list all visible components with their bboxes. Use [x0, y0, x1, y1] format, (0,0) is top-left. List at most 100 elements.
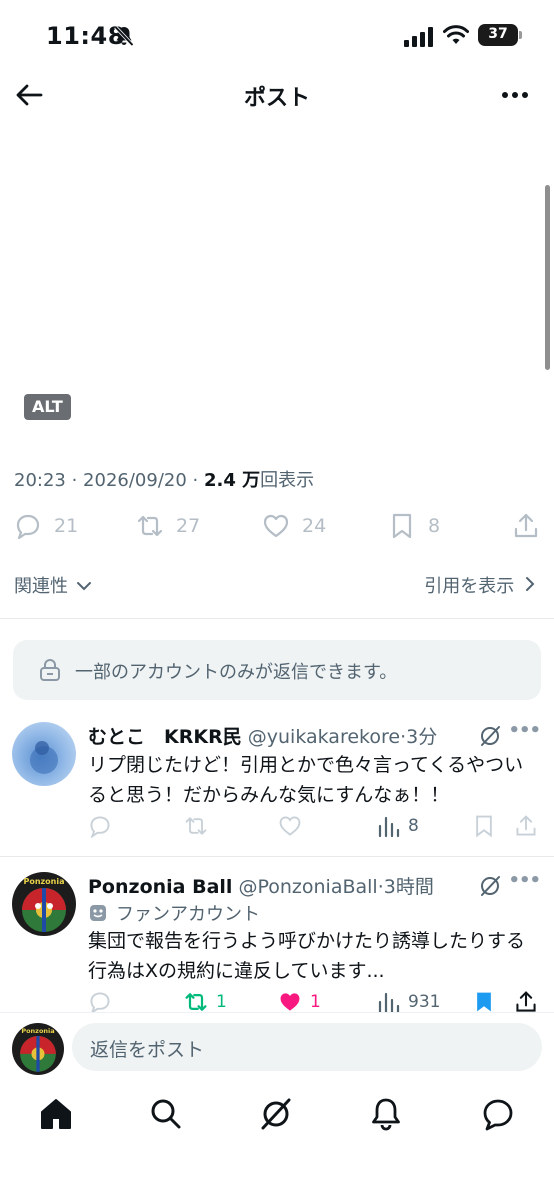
page-title: ポスト: [243, 86, 310, 111]
share-icon: [514, 513, 538, 538]
chevron-right-icon: [526, 577, 535, 591]
reply-like-count: 1: [310, 992, 321, 1012]
reply-author-name[interactable]: Ponzonia Ball: [88, 876, 232, 898]
repost-icon: [137, 515, 163, 537]
bell-off-icon: [114, 25, 134, 47]
battery-indicator: 37: [478, 24, 522, 46]
reply-bookmark-action[interactable]: [472, 990, 496, 1012]
avatar[interactable]: [12, 722, 76, 786]
cellular-signal-icon: [404, 27, 433, 47]
reply-input[interactable]: 返信をポスト: [72, 1023, 542, 1071]
my-avatar[interactable]: Ponzonia: [12, 1023, 64, 1075]
reply-header: Ponzonia Ball @PonzoniaBall·3時間: [88, 872, 434, 899]
reply-more-icon[interactable]: •••: [508, 872, 541, 891]
view-quotes-link[interactable]: 引用を表示: [424, 572, 536, 598]
bookmark-action[interactable]: 8: [388, 508, 440, 544]
bottom-tab-bar: [0, 1084, 554, 1199]
heart-icon: [279, 816, 301, 836]
reply-icon: [90, 816, 110, 838]
fan-account-text: ファンアカウント: [116, 904, 260, 925]
chevron-down-icon: [76, 582, 91, 591]
grok-icon[interactable]: [478, 724, 502, 748]
more-options-icon[interactable]: [500, 82, 530, 108]
reply-action-row: 1 1 931: [88, 990, 540, 1012]
reply-views-action[interactable]: 931: [376, 990, 440, 1012]
reply-reply-action[interactable]: [88, 814, 112, 838]
reply-header: むとこ KRKR民 @yuikakarekore·3分: [88, 722, 437, 749]
post-time: 20:23: [14, 470, 66, 491]
bookmark-icon: [392, 513, 412, 539]
view-suffix: 回表示: [260, 470, 315, 491]
post-action-row: 21 27 24 8: [0, 508, 554, 544]
status-bar: 11:48 37: [0, 0, 554, 72]
reply-author-handle[interactable]: @yuikakarekore: [248, 726, 400, 748]
divider: [0, 618, 554, 619]
restriction-text: 一部のアカウントのみが返信できます。: [75, 662, 398, 683]
reply-item[interactable]: Ponzonia Ponzonia Ball @PonzoniaBall·3時間…: [0, 872, 554, 1012]
reply-view-count: 8: [408, 816, 419, 836]
avatar-image: [30, 741, 58, 774]
relevance-sort-dropdown[interactable]: 関連性: [14, 572, 92, 598]
avatar-label: Ponzonia: [21, 1027, 54, 1035]
bookmark-icon: [477, 992, 491, 1012]
scrollbar[interactable]: [545, 185, 550, 370]
bookmark-count: 8: [428, 515, 441, 537]
search-icon[interactable]: [148, 1096, 184, 1132]
notifications-bell-icon[interactable]: [368, 1096, 404, 1132]
reply-view-count: 931: [408, 992, 441, 1012]
relevance-label: 関連性: [14, 576, 68, 597]
reply-like-action[interactable]: [278, 814, 302, 838]
grok-icon[interactable]: [478, 874, 502, 898]
reply-count: 21: [54, 515, 79, 537]
nav-bar: ポスト: [0, 72, 554, 118]
reply-views-action[interactable]: 8: [376, 814, 419, 838]
reply-action[interactable]: 21: [14, 508, 78, 544]
reply-item[interactable]: むとこ KRKR民 @yuikakarekore·3分 ••• リプ閉じたけど！…: [0, 720, 554, 854]
repost-icon: [185, 993, 207, 1011]
like-action[interactable]: 24: [262, 508, 326, 544]
reply-author-handle[interactable]: @PonzoniaBall: [238, 876, 377, 898]
reply-action-row: 8: [88, 814, 540, 844]
post-meta: 20:23 · 2026/09/20 · 2.4 万回表示: [14, 466, 314, 492]
reply-repost-action[interactable]: [184, 814, 208, 838]
lock-icon: [40, 659, 60, 681]
avatar-label: Ponzonia: [23, 877, 64, 886]
like-count: 24: [302, 515, 327, 537]
battery-level: 37: [488, 26, 508, 42]
post-media[interactable]: [0, 120, 554, 430]
repost-icon: [185, 817, 207, 835]
reply-bookmark-action[interactable]: [472, 814, 496, 838]
reply-author-name[interactable]: むとこ KRKR民: [88, 726, 242, 748]
analytics-icon: [378, 992, 400, 1012]
reply-icon: [16, 514, 40, 540]
reply-like-action[interactable]: 1: [278, 990, 321, 1012]
grok-icon[interactable]: [258, 1096, 294, 1132]
meta-separator: ·: [65, 470, 84, 491]
reply-time: ·3時間: [377, 876, 434, 898]
reply-reply-action[interactable]: [88, 990, 112, 1012]
view-count: 2.4 万: [203, 470, 261, 491]
reply-more-icon[interactable]: •••: [508, 720, 541, 741]
reply-repost-action[interactable]: 1: [184, 990, 227, 1012]
wifi-icon: [443, 25, 469, 44]
reply-time: ·3分: [400, 726, 438, 748]
share-action[interactable]: [512, 508, 540, 544]
messages-icon[interactable]: [480, 1096, 516, 1132]
mask-icon: [90, 905, 106, 921]
share-icon: [516, 815, 536, 836]
bookmark-icon: [476, 815, 492, 838]
repost-action[interactable]: 27: [136, 508, 200, 544]
reply-share-action[interactable]: [514, 814, 538, 838]
alt-text-badge[interactable]: ALT: [24, 394, 71, 420]
view-quotes-label: 引用を表示: [424, 576, 515, 597]
sort-row: 関連性 引用を表示: [0, 568, 554, 602]
reply-text: 集団で報告を行うよう呼びかけたり誘導したりする行為はXの規約に違反しています..…: [88, 930, 526, 982]
avatar[interactable]: Ponzonia: [12, 872, 76, 936]
reply-share-action[interactable]: [514, 990, 538, 1012]
home-icon[interactable]: [38, 1096, 74, 1132]
share-icon: [516, 991, 536, 1012]
repost-count: 27: [176, 515, 201, 537]
avatar-image: Ponzonia: [22, 877, 66, 932]
reply-text: リプ閉じたけど！引用とかで色々言ってくるやついると思う！だからみんな気にすんなぁ…: [88, 754, 524, 806]
fan-account-label: ファンアカウント: [88, 900, 260, 926]
